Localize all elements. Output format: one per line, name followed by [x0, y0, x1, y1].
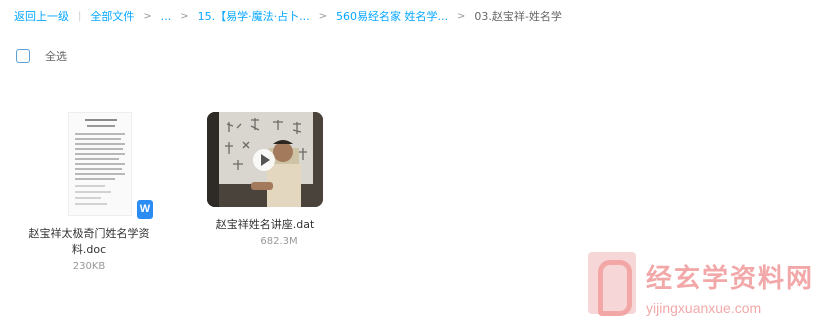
file-size: 230KB: [72, 261, 106, 272]
select-all-row: 全选: [16, 48, 67, 64]
watermark-logo-icon: [588, 252, 636, 316]
file-name[interactable]: 赵宝祥姓名讲座.dat: [200, 217, 330, 233]
back-link[interactable]: 返回上一级: [14, 8, 69, 24]
chevron-right-icon: >: [457, 10, 466, 22]
watermark: 经玄学资料网 yijingxuanxue.com: [588, 250, 838, 330]
breadcrumb-item-folder-15[interactable]: 15.【易学·魔法·占卜...: [198, 8, 310, 24]
breadcrumb-divider: |: [78, 10, 82, 22]
chevron-right-icon: >: [180, 10, 189, 22]
video-play-icon[interactable]: [253, 149, 275, 171]
file-item-dat[interactable]: 赵宝祥姓名讲座.dat 682.3M: [204, 112, 354, 247]
watermark-title: 经玄学资料网: [646, 264, 815, 294]
breadcrumb-item-ellipsis[interactable]: ...: [161, 10, 172, 23]
word-icon: W: [137, 200, 153, 219]
video-thumbnail: [207, 112, 323, 207]
breadcrumb-item-folder-560[interactable]: 560易经名家 姓名学...: [336, 8, 448, 24]
select-all-label[interactable]: 全选: [45, 48, 67, 64]
file-size: 682.3M: [260, 236, 298, 247]
watermark-url: yijingxuanxue.com: [646, 300, 762, 316]
breadcrumb-item-all-files[interactable]: 全部文件: [90, 8, 134, 24]
select-all-checkbox[interactable]: [16, 49, 30, 63]
chevron-right-icon: >: [318, 10, 328, 22]
chevron-right-icon: >: [143, 10, 152, 22]
file-item-doc[interactable]: W 赵宝祥太极奇门姓名学资料.doc 230KB: [14, 112, 164, 272]
breadcrumb: 返回上一级 | 全部文件 > ... > 15.【易学·魔法·占卜... > 5…: [14, 8, 562, 24]
breadcrumb-item-current: 03.赵宝祥-姓名学: [474, 10, 562, 23]
document-thumbnail: [68, 112, 132, 216]
file-name[interactable]: 赵宝祥太极奇门姓名学资料.doc: [14, 226, 164, 258]
